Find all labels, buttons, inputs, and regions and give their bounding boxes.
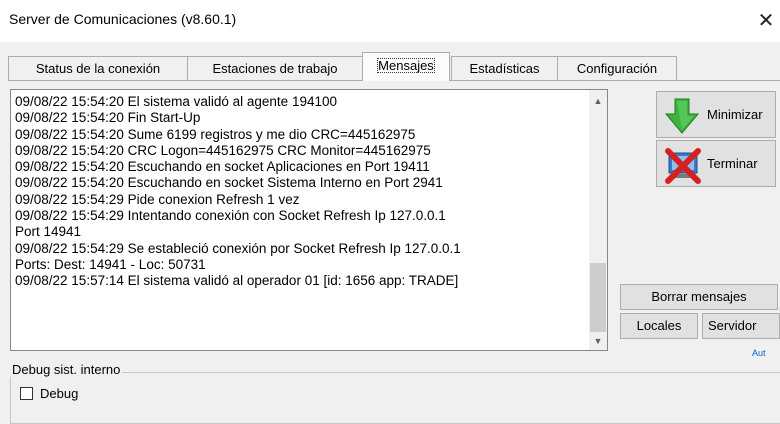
title-bar: Server de Comunicaciones (v8.60.1) ✕	[0, 0, 780, 42]
message-line: 09/08/22 15:54:20 CRC Logon=445162975 CR…	[15, 142, 431, 158]
messages-listbox[interactable]: 09/08/22 15:54:20 El sistema validó al a…	[10, 89, 608, 351]
tab-estaciones-trabajo[interactable]: Estaciones de trabajo	[187, 56, 363, 81]
debug-checkbox[interactable]	[20, 387, 33, 400]
locales-button[interactable]: Locales	[620, 313, 698, 339]
clear-messages-button[interactable]: Borrar mensajes	[620, 284, 778, 310]
message-line: 09/08/22 15:54:20 Escuchando en socket A…	[15, 159, 430, 175]
message-line: 09/08/22 15:54:29 Se estableció conexión…	[15, 240, 461, 256]
messages-list: 09/08/22 15:54:20 El sistema validó al a…	[15, 94, 585, 290]
message-line: Ports: Dest: 14941 - Loc: 50731	[15, 256, 206, 272]
message-line: Port 14941	[15, 224, 82, 240]
message-line: 09/08/22 15:57:14 El sistema validó al o…	[15, 273, 459, 289]
message-line: 09/08/22 15:54:29 Pide conexion Refresh …	[15, 191, 300, 207]
scroll-down-icon[interactable]: ▼	[589, 332, 607, 350]
debug-groupbox	[10, 372, 780, 424]
minimize-label: Minimizar	[707, 107, 763, 122]
debug-checkbox-label[interactable]: Debug	[40, 386, 78, 401]
scroll-thumb[interactable]	[590, 263, 606, 332]
terminate-button[interactable]: Terminar	[656, 140, 776, 187]
message-line: 09/08/22 15:54:20 El sistema validó al a…	[15, 94, 337, 109]
debug-group-title: Debug sist. interno	[10, 362, 123, 377]
minimize-button[interactable]: Minimizar	[656, 91, 776, 138]
window-title: Server de Comunicaciones (v8.60.1)	[9, 11, 237, 27]
message-line: 09/08/22 15:54:29 Intentando conexión co…	[15, 208, 446, 224]
truncated-link[interactable]: Aut	[752, 348, 766, 358]
message-line: 09/08/22 15:54:20 Fin Start-Up	[15, 110, 201, 126]
tab-configuracion[interactable]: Configuración	[557, 56, 677, 81]
red-x-monitor-icon	[665, 148, 701, 184]
tab-status-conexion[interactable]: Status de la conexión	[8, 56, 188, 81]
message-line: 09/08/22 15:54:20 Escuchando en socket S…	[15, 175, 443, 191]
scroll-up-icon[interactable]: ▲	[589, 92, 607, 110]
servidor-button[interactable]: Servidor	[702, 313, 780, 339]
green-down-arrow-icon	[665, 98, 699, 134]
tab-mensajes[interactable]: Mensajes	[362, 52, 450, 81]
message-line: 09/08/22 15:54:20 Sume 6199 registros y …	[15, 126, 416, 142]
tab-estadisticas[interactable]: Estadísticas	[451, 56, 558, 81]
vertical-scrollbar[interactable]: ▲ ▼	[589, 90, 607, 350]
terminate-label: Terminar	[707, 156, 758, 171]
close-icon[interactable]: ✕	[752, 6, 780, 36]
